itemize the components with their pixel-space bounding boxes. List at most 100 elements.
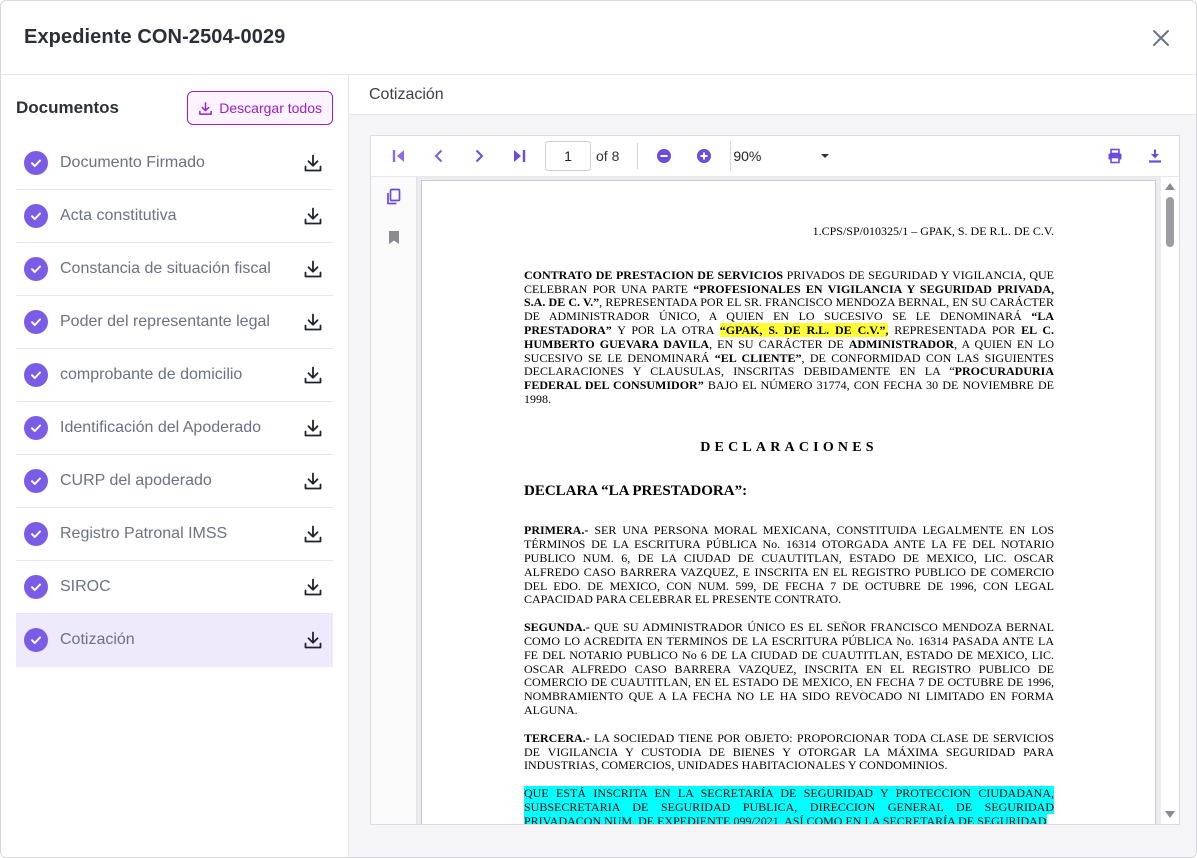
zoom-select[interactable]: 90% [730, 141, 830, 171]
clause-text: LA SOCIEDAD TIENE POR OBJETO: PROPORCION… [524, 730, 1054, 773]
modal-header: Expediente CON-2504-0029 [1, 1, 1196, 75]
bookmark-icon[interactable] [371, 217, 417, 257]
document-item[interactable]: Constancia de situación fiscal [16, 243, 333, 296]
download-all-label: Descargar todos [219, 100, 322, 116]
check-circle-icon [24, 628, 48, 652]
download-icon[interactable] [302, 629, 324, 651]
previous-page-icon[interactable] [419, 140, 459, 172]
thumbnails-icon[interactable] [371, 177, 417, 217]
expediente-modal: Expediente CON-2504-0029 Documentos Desc… [0, 0, 1197, 858]
download-icon[interactable] [302, 152, 324, 174]
check-circle-icon [24, 416, 48, 440]
contract-intro: CONTRATO DE PRESTACION DE SERVICIOS PRIV… [524, 267, 1054, 407]
check-circle-icon [24, 469, 48, 493]
intro-text: “EL CLIENTE” [714, 350, 802, 365]
page-number-input[interactable] [545, 141, 591, 171]
pdf-page: 1.CPS/SP/010325/1 – GPAK, S. DE R.L. DE … [421, 180, 1156, 824]
clause-tercera: TERCERA.- LA SOCIEDAD TIENE POR OBJETO: … [524, 730, 1054, 773]
clause-segunda: SEGUNDA.- QUE SU ADMINISTRADOR ÚNICO ES … [524, 620, 1054, 718]
clause-label: SEGUNDA.- [524, 620, 590, 635]
document-label: Acta constitutiva [60, 207, 177, 224]
intro-text: Y POR LA OTRA [611, 322, 720, 337]
last-page-icon[interactable] [499, 140, 539, 172]
check-circle-icon [24, 363, 48, 387]
scroll-up-icon[interactable] [1165, 183, 1175, 190]
document-item[interactable]: comprobante de domicilio [16, 349, 333, 402]
intro-text: , EN SU CARÁCTER DE [709, 336, 849, 351]
download-icon[interactable] [302, 364, 324, 386]
pdf-toolbar: of 8 90% [371, 136, 1179, 177]
intro-text: ADMINISTRADOR [848, 336, 955, 351]
sidebar-header: Documentos Descargar todos [16, 91, 333, 125]
document-viewer-panel: Cotización of 8 [349, 75, 1196, 857]
check-circle-icon [24, 522, 48, 546]
clause-primera: PRIMERA.- SER UNA PERSONA MORAL MEXICANA… [524, 523, 1054, 607]
intro-text: REPRESENTADA POR [888, 322, 1022, 337]
download-icon[interactable] [302, 576, 324, 598]
clause-highlighted: QUE ESTÁ INSCRITA EN LA SECRETARÍA DE SE… [524, 786, 1054, 824]
document-label: SIROC [60, 578, 111, 595]
download-all-button[interactable]: Descargar todos [187, 91, 333, 125]
pdf-sidebar-tools [371, 177, 417, 824]
print-icon[interactable] [1095, 140, 1135, 172]
document-label: Registro Patronal IMSS [60, 525, 228, 542]
modal-title: Expediente CON-2504-0029 [24, 26, 286, 48]
document-label: CURP del apoderado [60, 472, 212, 489]
document-label: Documento Firmado [60, 154, 205, 171]
highlighted-text: QUE ESTÁ INSCRITA EN LA SECRETARÍA DE SE… [524, 786, 1054, 824]
viewer-title: Cotización [349, 75, 1196, 115]
intro-text: CONTRATO DE PRESTACION DE SERVICIOS [524, 267, 784, 282]
document-label: comprobante de domicilio [60, 366, 243, 383]
document-item[interactable]: Identificación del Apoderado [16, 402, 333, 455]
document-list: Documento Firmado Acta constitutiva Cons… [16, 137, 333, 667]
document-label: Cotización [60, 631, 135, 648]
download-icon [199, 101, 213, 115]
document-item[interactable]: SIROC [16, 561, 333, 614]
check-circle-icon [24, 204, 48, 228]
close-icon[interactable] [1150, 27, 1172, 49]
declaration-subheading: DECLARA “LA PRESTADORA”: [524, 482, 748, 499]
clause-text: QUE SU ADMINISTRADOR ÚNICO ES EL SEÑOR F… [524, 620, 1054, 717]
check-circle-icon [24, 257, 48, 281]
document-item[interactable]: Acta constitutiva [16, 190, 333, 243]
document-item[interactable]: Registro Patronal IMSS [16, 508, 333, 561]
download-icon[interactable] [302, 205, 324, 227]
scroll-down-icon[interactable] [1165, 811, 1175, 818]
download-icon[interactable] [302, 523, 324, 545]
intro-text: , REPRESENTADA POR EL SR. FRANCISCO MEND… [524, 295, 1054, 324]
chevron-down-icon [821, 154, 830, 158]
document-item[interactable]: Cotización [16, 614, 333, 667]
toolbar-right-actions [1095, 140, 1175, 172]
document-label: Constancia de situación fiscal [60, 260, 271, 277]
download-icon[interactable] [302, 311, 324, 333]
document-item[interactable]: Poder del representante legal [16, 296, 333, 349]
first-page-icon[interactable] [379, 140, 419, 172]
zoom-in-icon[interactable] [684, 140, 724, 172]
total-pages-label: of 8 [596, 148, 620, 164]
download-icon[interactable] [302, 470, 324, 492]
document-label: Poder del representante legal [60, 313, 270, 330]
pdf-scrollbar[interactable] [1161, 177, 1179, 824]
download-icon[interactable] [302, 258, 324, 280]
modal-body: Documentos Descargar todos Documento Fir… [1, 75, 1196, 857]
highlighted-client-name: “GPAK, S. DE R.L. DE C.V.”, [719, 322, 889, 337]
document-reference: 1.CPS/SP/010325/1 – GPAK, S. DE R.L. DE … [812, 224, 1054, 238]
document-label: Identificación del Apoderado [60, 419, 262, 436]
check-circle-icon [24, 310, 48, 334]
clause-text: SER UNA PERSONA MORAL MEXICANA, CONSTITU… [524, 523, 1054, 607]
document-item[interactable]: Documento Firmado [16, 137, 333, 190]
declarations-heading: DECLARACIONES [700, 439, 878, 455]
check-circle-icon [24, 575, 48, 599]
clause-label: PRIMERA.- [524, 523, 589, 538]
pdf-viewer: of 8 90% [370, 135, 1180, 825]
check-circle-icon [24, 151, 48, 175]
zoom-out-icon[interactable] [644, 140, 684, 172]
document-item[interactable]: CURP del apoderado [16, 455, 333, 508]
pdf-page-area: 1.CPS/SP/010325/1 – GPAK, S. DE R.L. DE … [417, 177, 1161, 824]
download-icon[interactable] [302, 417, 324, 439]
sidebar-heading: Documentos [16, 98, 119, 117]
scrollbar-thumb[interactable] [1166, 197, 1174, 247]
toolbar-divider [637, 143, 639, 169]
download-icon[interactable] [1135, 140, 1175, 172]
next-page-icon[interactable] [459, 140, 499, 172]
